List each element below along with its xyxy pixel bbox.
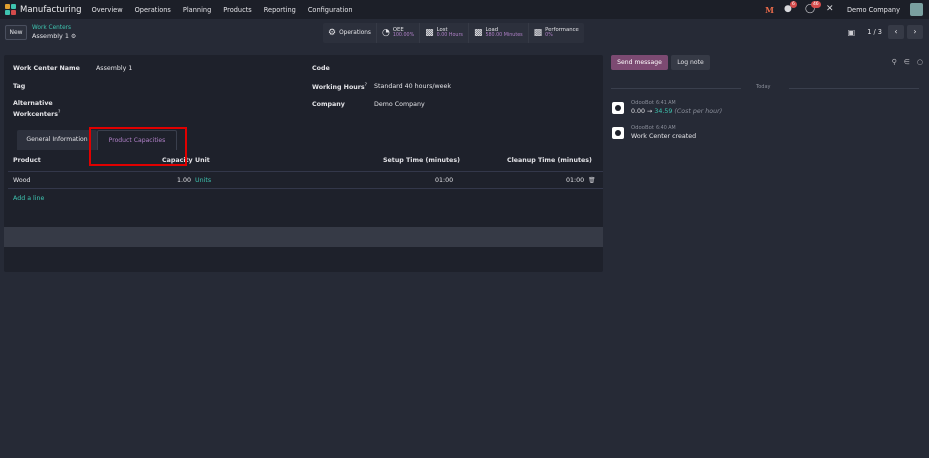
activity-clock-icon[interactable]: ◯ 46 xyxy=(805,1,821,15)
pager-next-button[interactable]: › xyxy=(907,25,923,39)
performance-smart-button[interactable]: ▩ Performance 0% xyxy=(529,23,584,43)
alternative-workcenters-label: Workcenters? xyxy=(13,110,60,118)
search-icon[interactable]: ⚲ xyxy=(892,58,897,66)
menu-planning[interactable]: Planning xyxy=(183,6,211,14)
message-time: 6:41 AM xyxy=(655,101,676,106)
message-author[interactable]: OdooBot xyxy=(631,100,654,106)
breadcrumb-work-centers[interactable]: Work Centers xyxy=(32,25,71,31)
lost-value: 0.00 Hours xyxy=(436,33,463,38)
operations-label: Operations xyxy=(339,30,371,36)
column-unit[interactable]: Unit xyxy=(195,157,210,164)
log-note-button[interactable]: Log note xyxy=(671,55,710,70)
old-value: 0.00 xyxy=(631,108,646,115)
user-initial-icon[interactable]: M xyxy=(765,5,774,15)
navbar-systray: M ● 6 ◯ 46 ✕ Demo Company xyxy=(765,0,923,19)
company-switcher[interactable]: Demo Company xyxy=(847,6,900,14)
oee-smart-button[interactable]: ◔ OEE 100.00% xyxy=(377,23,421,43)
alternative-workcenters-label-line2: Workcenters xyxy=(13,111,58,119)
tracked-field-name: (Cost per hour) xyxy=(674,108,723,115)
chat-icon[interactable]: ● 6 xyxy=(784,1,797,15)
lost-smart-button[interactable]: ▩ Lost 0.00 Hours xyxy=(420,23,469,43)
cell-cleanup-time: 01:00 xyxy=(566,177,585,184)
help-tooltip-icon[interactable]: ? xyxy=(58,110,60,115)
cell-capacity: 1.00 xyxy=(177,177,192,184)
working-hours-label: Working Hours? xyxy=(312,83,367,91)
control-panel: New Work Centers Assembly 1 ⚙ ⚙ Operation… xyxy=(0,19,929,47)
pager-value[interactable]: 1 / 3 xyxy=(867,28,882,36)
working-hours-label-text: Working Hours xyxy=(312,84,365,92)
red-highlight-box xyxy=(89,127,187,166)
operations-smart-button[interactable]: ⚙ Operations xyxy=(323,23,377,43)
message-time: 6:40 AM xyxy=(655,126,676,131)
column-setup-time[interactable]: Setup Time (minutes) xyxy=(383,157,460,164)
bar-chart-icon: ▩ xyxy=(533,27,543,38)
bar-chart-icon: ▩ xyxy=(473,27,483,38)
bar-chart-icon: ▩ xyxy=(425,27,434,38)
breadcrumb-current: Assembly 1 ⚙ xyxy=(32,32,76,40)
new-value: 34.59 xyxy=(654,108,673,115)
add-a-line-link[interactable]: Add a line xyxy=(13,195,44,202)
send-message-button[interactable]: Send message xyxy=(611,55,668,70)
tag-label: Tag xyxy=(13,83,26,90)
separator-line-right xyxy=(789,88,919,89)
column-cleanup-time[interactable]: Cleanup Time (minutes) xyxy=(507,157,592,164)
work-center-name-label: Work Center Name xyxy=(13,65,80,72)
tools-icon[interactable]: ✕ xyxy=(826,4,837,15)
gear-icon: ⚙ xyxy=(328,27,337,38)
message-tracking-value: 0.00 → 34.59 (Cost per hour) xyxy=(631,108,722,115)
paperclip-icon[interactable]: ∈ xyxy=(904,58,910,66)
followers-icon[interactable]: ○ xyxy=(917,58,923,66)
new-button[interactable]: New xyxy=(5,25,27,40)
arrow-icon: → xyxy=(647,108,653,115)
gear-icon[interactable]: ⚙ xyxy=(71,33,76,40)
load-smart-button[interactable]: ▩ Load 580.00 Minutes xyxy=(469,23,529,43)
pie-chart-icon: ◔ xyxy=(381,27,390,38)
breadcrumb-current-label: Assembly 1 xyxy=(32,32,69,40)
menu-operations[interactable]: Operations xyxy=(135,6,171,14)
cell-unit[interactable]: Units xyxy=(195,177,211,184)
alternative-workcenters-label-line1: Alternative xyxy=(13,100,53,107)
pager-previous-button[interactable]: ‹ xyxy=(888,25,904,39)
chatter-tools: ⚲ ∈ ○ xyxy=(892,58,923,66)
table-row[interactable]: Wood 1.00 Units 01:00 01:00 🗑 xyxy=(8,171,603,189)
column-product[interactable]: Product xyxy=(13,157,41,164)
oee-value: 100.00% xyxy=(392,33,415,38)
odoobot-avatar[interactable] xyxy=(612,102,624,114)
cell-product: Wood xyxy=(13,177,31,184)
separator-line-left xyxy=(611,88,741,89)
odoobot-avatar[interactable] xyxy=(612,127,624,139)
cell-setup-time: 01:00 xyxy=(435,177,454,184)
app-title[interactable]: Manufacturing xyxy=(20,5,82,15)
date-separator: Today xyxy=(611,84,923,92)
manufacturing-app-icon[interactable] xyxy=(5,4,16,15)
working-hours-field[interactable]: Standard 40 hours/week xyxy=(374,83,451,90)
chatter: Send message Log note ⚲ ∈ ○ Today OdooBo… xyxy=(611,55,923,155)
form-footer-band xyxy=(4,227,603,247)
code-label: Code xyxy=(312,65,330,72)
message-author[interactable]: OdooBot xyxy=(631,125,654,131)
message-body: Work Center created xyxy=(631,133,697,140)
help-tooltip-icon[interactable]: ? xyxy=(365,83,367,88)
tab-general-information[interactable]: General Information xyxy=(17,130,97,150)
activity-badge: 46 xyxy=(810,1,821,8)
top-navbar: Manufacturing Overview Operations Planni… xyxy=(0,0,929,19)
smart-buttons: ⚙ Operations ◔ OEE 100.00% ▩ Lost 0.00 H… xyxy=(323,23,584,43)
date-separator-label: Today xyxy=(756,84,771,90)
company-field[interactable]: Demo Company xyxy=(374,101,425,108)
user-avatar[interactable] xyxy=(910,3,923,16)
load-value: 580.00 Minutes xyxy=(485,33,523,38)
company-label: Company xyxy=(312,101,345,108)
actions-gear-icon[interactable]: ▣ xyxy=(848,28,856,37)
menu-reporting[interactable]: Reporting xyxy=(264,6,296,14)
menu-configuration[interactable]: Configuration xyxy=(308,6,353,14)
chat-badge: 6 xyxy=(789,1,797,8)
pager: ▣ 1 / 3 ‹ › xyxy=(848,25,923,39)
menu-overview[interactable]: Overview xyxy=(92,6,123,14)
menu-products[interactable]: Products xyxy=(223,6,251,14)
work-center-name-field[interactable]: Assembly 1 xyxy=(96,65,132,72)
trash-icon[interactable]: 🗑 xyxy=(588,177,596,184)
performance-value: 0% xyxy=(545,33,553,38)
